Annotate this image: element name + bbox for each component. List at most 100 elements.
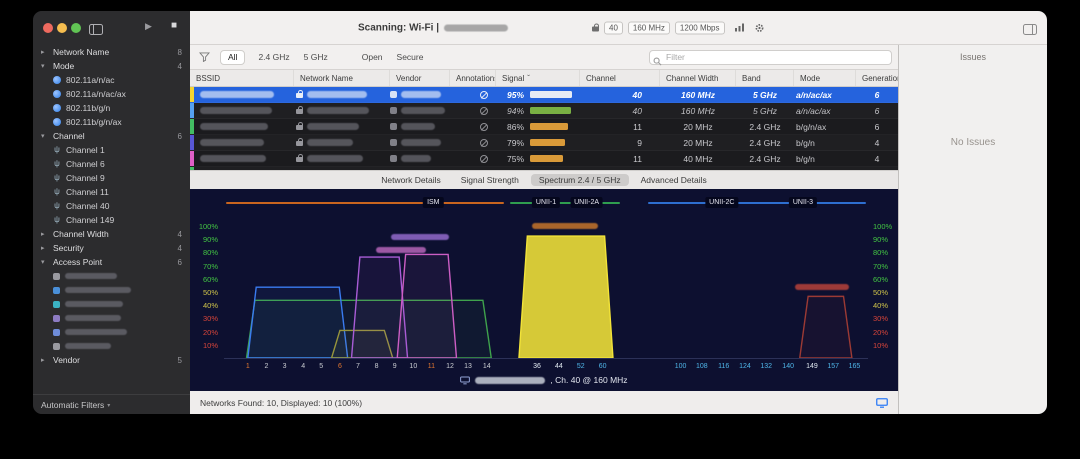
spectrum-network-shape[interactable] [248,287,348,358]
display-toggle-icon[interactable] [876,398,888,408]
column-header-signal[interactable]: Signal ˇ [496,70,580,86]
disclosure-icon[interactable]: ▾ [41,258,49,266]
tab-network-details[interactable]: Network Details [373,174,449,186]
table-row[interactable]: 75%1140 MHz2.4 GHzb/g/n4 [190,151,898,167]
sidebar-group-count: 6 [178,258,182,267]
y-axis-label: 90% [873,235,888,245]
status-bar: Networks Found: 10, Displayed: 10 (100%) [190,391,898,414]
sidebar-item-redacted[interactable] [33,269,190,283]
filter-24ghz-button[interactable]: 2.4 GHz [251,50,296,65]
sidebar-item-channel-40[interactable]: ψChannel 40 [33,199,190,213]
sidebar-item-802-11a-n-ac-ax[interactable]: 802.11a/n/ac/ax [33,87,190,101]
column-header-annotations[interactable]: Annotations [450,70,496,86]
column-header-band[interactable]: Band [736,70,794,86]
access-point-icon [53,329,60,336]
stop-scan-button[interactable]: ■ [171,20,177,31]
signal-graph-icon[interactable] [734,23,745,33]
disclosure-icon[interactable]: ▸ [41,356,49,364]
sidebar-item-channel-1[interactable]: ψChannel 1 [33,143,190,157]
sidebar-item-redacted[interactable] [33,297,190,311]
filter-5ghz-button[interactable]: 5 GHz [297,50,335,65]
filter-open-button[interactable]: Open [355,50,390,65]
column-header-bssid[interactable]: BSSID [190,70,294,86]
sidebar-group-count: 4 [178,230,182,239]
scan-settings-gear-icon[interactable] [754,22,765,33]
start-scan-button[interactable]: ▶ [145,21,152,32]
channel-label: 165 [849,362,861,372]
sidebar-item-redacted[interactable] [33,339,190,353]
filter-all-button[interactable]: All [220,50,245,65]
sidebar-item-channel-11[interactable]: ψChannel 11 [33,185,190,199]
sidebar-item-802-11a-n-ac[interactable]: 802.11a/n/ac [33,73,190,87]
disclosure-icon[interactable]: ▸ [41,230,49,238]
sidebar-item-redacted[interactable] [33,311,190,325]
right-panel-toggle-icon[interactable] [1023,22,1037,40]
sidebar-item-802-11b-g-n[interactable]: 802.11b/g/n [33,101,190,115]
zoom-window-button[interactable] [71,23,81,33]
close-window-button[interactable] [43,23,53,33]
y-axis-label: 60% [203,275,218,285]
spectrum-network-shape[interactable] [800,296,852,358]
channel-label: 3 [283,362,287,372]
filter-secure-button[interactable]: Secure [390,50,431,65]
sidebar-group-channel-width[interactable]: ▸Channel Width4 [33,227,190,241]
filter-funnel-icon[interactable] [199,52,210,62]
disclosure-icon[interactable]: ▸ [41,48,49,56]
tab-signal-strength[interactable]: Signal Strength [453,174,527,186]
sidebar-group-network-name[interactable]: ▸Network Name8 [33,45,190,59]
column-header-network-name[interactable]: Network Name [294,70,390,86]
sidebar-item-channel-9[interactable]: ψChannel 9 [33,171,190,185]
disclosure-icon[interactable]: ▸ [41,244,49,252]
bssid-cell [194,151,294,166]
channel-cell: 40 [580,87,660,102]
filters-sidebar: ▸Network Name8 ▾ Mode 4 802.11a/n/ac802.11a/… [33,45,190,414]
sidebar-item-channel-149[interactable]: ψChannel 149 [33,213,190,227]
table-row[interactable]: 86%1120 MHz2.4 GHzb/g/n/ax6 [190,119,898,135]
spectrum-network-shape[interactable] [519,236,613,358]
search-input[interactable] [649,50,892,65]
sidebar-group-access-point[interactable]: ▾Access Point6 [33,255,190,269]
column-header-mode[interactable]: Mode [794,70,856,86]
sidebar-item-802-11b-g-n-ax[interactable]: 802.11b/g/n/ax [33,115,190,129]
sidebar-group-security[interactable]: ▸Security4 [33,241,190,255]
spectrum-annotation-redacted [795,284,849,290]
column-header-generation[interactable]: Generation [856,70,898,86]
minimize-window-button[interactable] [57,23,67,33]
sidebar-item-redacted[interactable] [33,325,190,339]
y-axis-label: 50% [873,288,888,298]
column-header-vendor[interactable]: Vendor [390,70,450,86]
band-label-ism: ISM [423,197,443,208]
sidebar-group-channel[interactable]: ▾Channel6 [33,129,190,143]
sidebar-toggle-icon[interactable] [89,22,103,40]
vendor-cell [390,119,450,134]
column-header-channel[interactable]: Channel [580,70,660,86]
channel-label: 14 [483,362,491,372]
table-row[interactable]: 79%920 MHz2.4 GHzb/g/n4 [190,135,898,151]
disclosure-icon[interactable]: ▾ [41,62,49,70]
vendor-cell [390,135,450,150]
sidebar-group-vendor[interactable]: ▸Vendor5 [33,353,190,367]
sidebar-group-label: Channel [53,131,174,141]
table-row[interactable]: 95%40160 MHz5 GHza/n/ac/ax6 [190,87,898,103]
sidebar-group-label: Mode [53,61,174,71]
table-row[interactable]: 94%40160 MHz5 GHza/n/ac/ax6 [190,103,898,119]
channel-cell: 9 [580,135,660,150]
network-name-cell [294,135,390,150]
spectrum-network-shape[interactable] [397,254,456,358]
channel-width-cell: 20 MHz [660,135,736,150]
vendor-cell [390,151,450,166]
column-header-channel-width[interactable]: Channel Width [660,70,736,86]
tab-spectrum[interactable]: Spectrum 2.4 / 5 GHz [531,174,629,186]
y-axis-label: 100% [199,222,218,232]
signal-cell: 94% [496,103,580,118]
sidebar-item-channel-6[interactable]: ψChannel 6 [33,157,190,171]
sidebar-group-mode[interactable]: ▾Mode4 [33,59,190,73]
tab-advanced-details[interactable]: Advanced Details [633,174,715,186]
automatic-filters-menu[interactable]: Automatic Filters ▾ [33,394,190,414]
window-title-text: Scanning: Wi-Fi | [358,22,439,33]
redacted-text [200,139,264,146]
disclosure-icon[interactable]: ▾ [41,132,49,140]
channel-width-cell: 20 MHz [660,119,736,134]
sidebar-item-redacted[interactable] [33,283,190,297]
generation-cell: 4 [856,135,898,150]
